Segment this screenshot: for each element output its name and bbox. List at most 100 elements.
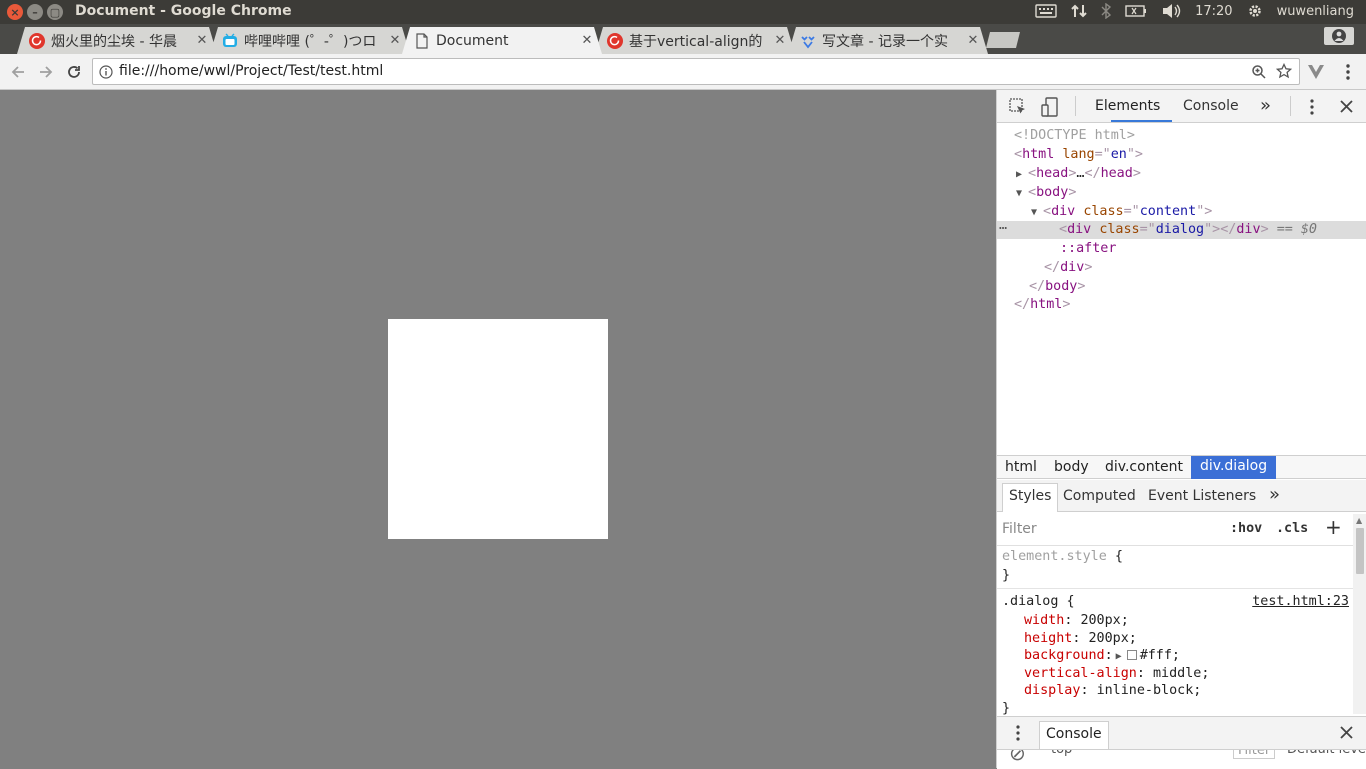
drawer-menu-icon[interactable] [1016,725,1020,745]
new-style-rule-icon[interactable]: + [1325,515,1342,539]
dialog-rule-selector[interactable]: .dialog { [1002,593,1075,611]
tab-document-active[interactable]: Document ✕ [402,27,602,54]
scrollbar-thumb[interactable] [1356,528,1364,574]
reload-button[interactable] [64,62,84,82]
info-icon[interactable] [99,64,113,83]
context-selector[interactable]: top [1051,750,1072,757]
volume-icon[interactable] [1161,3,1181,19]
log-levels-select[interactable]: Default levels [1287,750,1366,757]
dom-body-close[interactable]: </body> [997,278,1366,296]
tab-console[interactable]: Console [1183,98,1239,114]
arrow-left-icon [11,66,24,78]
dom-div-content[interactable]: ▼ <div class="content"> [997,203,1366,221]
tab-close-icon[interactable]: ✕ [773,33,787,48]
more-actions-dots[interactable]: … [999,217,1007,235]
window-maximize-button[interactable]: ▢ [47,4,63,20]
tab-styles[interactable]: Styles [1002,483,1059,512]
window-title: Document - Google Chrome [75,3,292,19]
tab-label: 基于vertical-align的 [629,33,763,50]
tab-bilibili[interactable]: 哔哩哔哩 (゜-゜)つロ ✕ [210,27,410,54]
clock[interactable]: 17:20 [1195,4,1232,19]
arrow-right-icon [40,66,53,78]
settings-gear-icon[interactable] [1247,3,1263,19]
expand-triangle-icon[interactable]: ▶ [1113,648,1125,666]
styles-filter-input[interactable]: Filter [1002,521,1037,537]
styles-pane-tabs: Styles Computed Event Listeners » [997,480,1366,512]
collapse-triangle-icon[interactable]: ▼ [1031,204,1043,222]
bookmark-star-icon[interactable] [1275,62,1293,83]
tab-close-icon[interactable]: ✕ [388,33,402,48]
battery-icon[interactable] [1125,5,1147,17]
chrome-menu-button[interactable] [1338,62,1358,82]
profile-button[interactable] [1324,27,1354,45]
breadcrumb: html body div.content div.dialog [997,455,1366,479]
more-panes-icon[interactable]: » [1269,484,1280,505]
tab-write-article[interactable]: 写文章 - 记录一个实 ✕ [788,27,988,54]
tab-elements[interactable]: Elements [1095,98,1160,114]
style-property-height[interactable]: height: 200px; [1024,630,1137,648]
dom-head[interactable]: ▶ <head>…</head> [997,165,1366,183]
style-property-display[interactable]: display: inline-block; [1024,682,1201,700]
collapse-triangle-icon[interactable]: ▼ [1016,185,1028,203]
zhihu-icon [800,33,816,49]
tab-label: 写文章 - 记录一个实 [822,33,948,50]
tab-netease-music[interactable]: 烟火里的尘埃 - 华晨 ✕ [17,27,217,54]
inspect-element-icon[interactable] [1009,98,1027,120]
color-swatch[interactable] [1126,650,1137,660]
tab-close-icon[interactable]: ✕ [580,33,594,48]
zoom-icon[interactable] [1251,64,1267,84]
tab-vertical-align[interactable]: 基于vertical-align的 ✕ [595,27,795,54]
network-icon[interactable] [1071,3,1087,19]
bluetooth-icon[interactable] [1101,3,1112,19]
drawer-tab-console[interactable]: Console [1039,721,1109,749]
devtools-menu-icon[interactable] [1310,99,1314,119]
tab-close-icon[interactable]: ✕ [195,33,209,48]
reload-icon [68,66,80,78]
vuejs-devtools-icon [1308,65,1324,79]
devtools-close-icon[interactable] [1340,100,1353,117]
dom-after-pseudo[interactable]: ::after [997,240,1366,258]
hover-state-toggle[interactable]: :hov [1230,521,1262,536]
drawer-close-icon[interactable] [1340,726,1353,743]
more-vertical-icon [1346,64,1350,80]
extension-button[interactable] [1306,62,1326,82]
expand-triangle-icon[interactable]: ▶ [1016,166,1028,184]
user-name[interactable]: wuwenliang [1277,4,1354,19]
style-property-vertical-align[interactable]: vertical-align: middle; [1024,665,1209,683]
class-toggle[interactable]: .cls [1276,521,1308,536]
clear-console-icon[interactable]: ⊘ [1009,750,1026,765]
keyboard-icon[interactable] [1035,4,1057,18]
window-minimize-button[interactable]: – [27,4,43,20]
tab-event-listeners[interactable]: Event Listeners [1148,488,1256,504]
style-property-width[interactable]: width: 200px; [1024,612,1129,630]
crumb-div-dialog[interactable]: div.dialog [1191,456,1277,479]
crumb-body[interactable]: body [1054,459,1089,475]
style-property-background[interactable]: background: ▶ #fff; [1024,647,1180,665]
forward-button[interactable] [36,62,56,82]
dom-div-close[interactable]: </div> [997,259,1366,277]
back-button[interactable] [8,62,28,82]
address-bar[interactable]: file:///home/wwl/Project/Test/test.html [92,58,1300,85]
dom-div-dialog-selected[interactable]: … <div class="dialog"></div> == $0 [997,218,1366,239]
dom-html-open[interactable]: <html lang="en"> [997,146,1366,164]
dom-html-close[interactable]: </html> [997,296,1366,314]
more-tabs-icon[interactable]: » [1260,95,1271,116]
new-tab-button[interactable] [986,32,1020,48]
scroll-up-arrow-icon[interactable]: ▲ [1356,516,1362,525]
url-text[interactable]: file:///home/wwl/Project/Test/test.html [119,63,383,79]
tab-close-icon[interactable]: ✕ [966,33,980,48]
styles-scrollbar[interactable]: ▲ [1353,514,1366,714]
device-toolbar-icon[interactable] [1041,97,1059,121]
dom-tree: <!DOCTYPE html> <html lang="en"> ▶ <head>… [997,125,1366,455]
source-link[interactable]: test.html:23 [1252,593,1349,611]
element-style-rule[interactable]: element.style { [1002,548,1123,566]
dom-doctype[interactable]: <!DOCTYPE html> [997,127,1366,145]
dom-body-open[interactable]: ▼ <body> [997,184,1366,202]
document-icon [414,33,430,49]
system-title-bar: × – ▢ Document - Google Chrome 17:20 wuw… [0,0,1366,24]
window-close-button[interactable]: × [7,4,23,20]
crumb-div-content[interactable]: div.content [1105,459,1183,475]
tab-computed[interactable]: Computed [1063,488,1136,504]
crumb-html[interactable]: html [1005,459,1037,475]
console-filter-input[interactable]: Filter [1233,750,1276,759]
